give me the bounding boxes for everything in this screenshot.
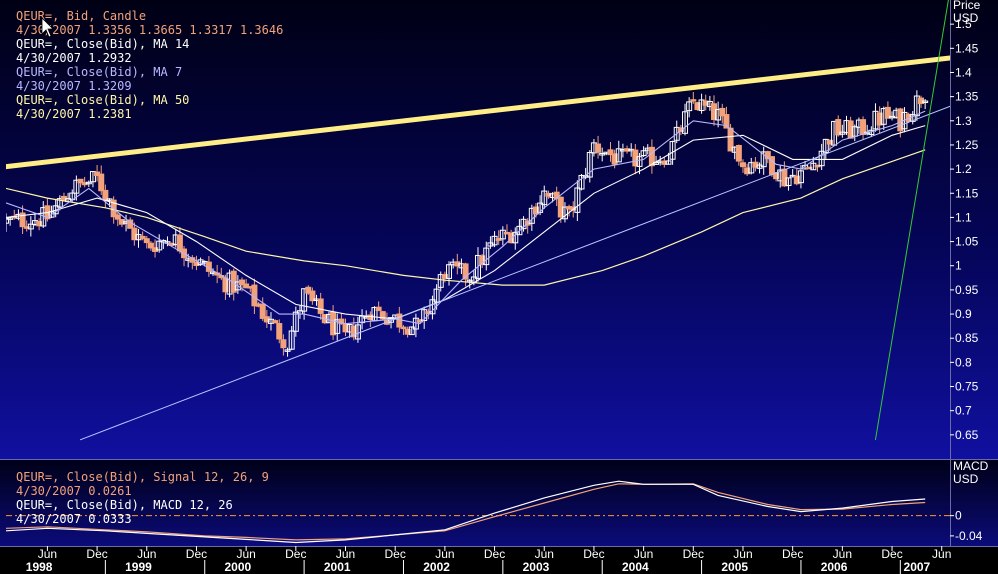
month-tick-label: Dec xyxy=(484,547,505,561)
month-tick-label: Dec xyxy=(285,547,306,561)
candle-body xyxy=(595,143,602,153)
candle-body xyxy=(272,320,279,324)
candle-body xyxy=(735,145,742,162)
price-tick-label: 0.85 xyxy=(955,331,979,345)
ma14-legend-value: 4/30/2007 1.2932 xyxy=(16,51,132,65)
month-tick-label: Jun xyxy=(236,547,255,561)
candle-body xyxy=(98,173,105,192)
candle xyxy=(379,310,386,321)
signal-legend-title: QEUR=, Close(Bid), Signal 12, 26, 9 xyxy=(16,470,269,484)
candle-body xyxy=(280,339,287,349)
chart-canvas: 1.51.451.41.351.31.251.21.151.11.0510.95… xyxy=(0,0,998,574)
candle-body xyxy=(176,234,183,252)
month-tick-label: Dec xyxy=(881,547,902,561)
price-tick-label: 1.45 xyxy=(955,41,979,55)
month-tick-label: Dec xyxy=(86,547,107,561)
price-tick-label: 1.35 xyxy=(955,90,979,104)
month-tick-label: Jun xyxy=(435,547,454,561)
price-tick-label: 1.05 xyxy=(955,235,979,249)
candle-body xyxy=(147,242,154,249)
price-tick-label: 0.95 xyxy=(955,283,979,297)
month-tick-label: Jun xyxy=(932,547,951,561)
month-tick-label: Jun xyxy=(833,547,852,561)
year-tick-label: 2002 xyxy=(423,560,450,574)
month-tick-label: Jun xyxy=(38,547,57,561)
price-tick-label: 1.1 xyxy=(955,210,972,224)
candle-body xyxy=(400,326,407,330)
price-tick-label: 1 xyxy=(955,259,962,273)
month-tick-label: Jun xyxy=(535,547,554,561)
month-tick-label: Jun xyxy=(733,547,752,561)
ma7-legend-value: 4/30/2007 1.3209 xyxy=(16,79,132,93)
macd-axis-label: MACD xyxy=(953,459,989,473)
macd-axis-unit: USD xyxy=(953,472,979,486)
candle-body xyxy=(114,214,121,220)
candle-body xyxy=(276,323,283,340)
price-axis-unit: USD xyxy=(953,11,979,25)
month-tick-label: Dec xyxy=(385,547,406,561)
price-tick-label: 1.2 xyxy=(955,162,972,176)
ma14-legend-title: QEUR=, Close(Bid), MA 14 xyxy=(16,37,189,51)
candle-body xyxy=(317,298,324,314)
price-tick-label: 0.75 xyxy=(955,380,979,394)
price-tick-label: 0.8 xyxy=(955,355,972,369)
price-tick-label: 1.25 xyxy=(955,138,979,152)
month-tick-label: Dec xyxy=(683,547,704,561)
year-tick-label: 2003 xyxy=(523,560,550,574)
price-tick-label: 0.9 xyxy=(955,307,972,321)
month-tick-label: Dec xyxy=(583,547,604,561)
month-tick-label: Dec xyxy=(782,547,803,561)
month-tick-label: Jun xyxy=(137,547,156,561)
year-tick-label: 2007 xyxy=(904,560,931,574)
macd-tick-label: -0.04 xyxy=(955,529,983,543)
year-tick-label: 2005 xyxy=(721,560,748,574)
year-tick-label: 2006 xyxy=(821,560,848,574)
macd-legend-title: QEUR=, Close(Bid), MACD 12, 26 xyxy=(16,498,233,512)
year-tick-label: 2004 xyxy=(622,560,649,574)
price-tick-label: 1.4 xyxy=(955,65,972,79)
price-tick-label: 0.7 xyxy=(955,404,972,418)
signal-legend-value: 4/30/2007 0.0261 xyxy=(16,484,132,498)
year-tick-label: 1999 xyxy=(125,560,152,574)
candle-body xyxy=(139,235,146,239)
ma50-legend-title: QEUR=, Close(Bid), MA 50 xyxy=(16,93,189,107)
candle-body xyxy=(739,162,746,168)
month-tick-label: Jun xyxy=(634,547,653,561)
price-tick-label: 1.3 xyxy=(955,114,972,128)
price-tick-label: 0.65 xyxy=(955,428,979,442)
candle-legend-title: QEUR=, Bid, Candle xyxy=(16,9,146,23)
macd-tick-label: 0 xyxy=(955,509,962,523)
price-tick-label: 1.15 xyxy=(955,186,979,200)
month-tick-label: Jun xyxy=(336,547,355,561)
candle-legend-values: 4/30/2007 1.3356 1.3665 1.3317 1.3646 xyxy=(16,23,283,37)
candle-body xyxy=(690,99,697,102)
month-tick-label: Dec xyxy=(186,547,207,561)
year-tick-label: 2001 xyxy=(324,560,351,574)
year-tick-label: 1998 xyxy=(26,560,53,574)
ma50-legend-value: 4/30/2007 1.2381 xyxy=(16,107,132,121)
candle-body xyxy=(375,306,382,311)
year-tick-label: 2000 xyxy=(225,560,252,574)
ma7-legend-title: QEUR=, Close(Bid), MA 7 xyxy=(16,65,182,79)
candle-body xyxy=(143,238,150,244)
macd-legend-value: 4/30/2007 0.0333 xyxy=(16,512,132,526)
